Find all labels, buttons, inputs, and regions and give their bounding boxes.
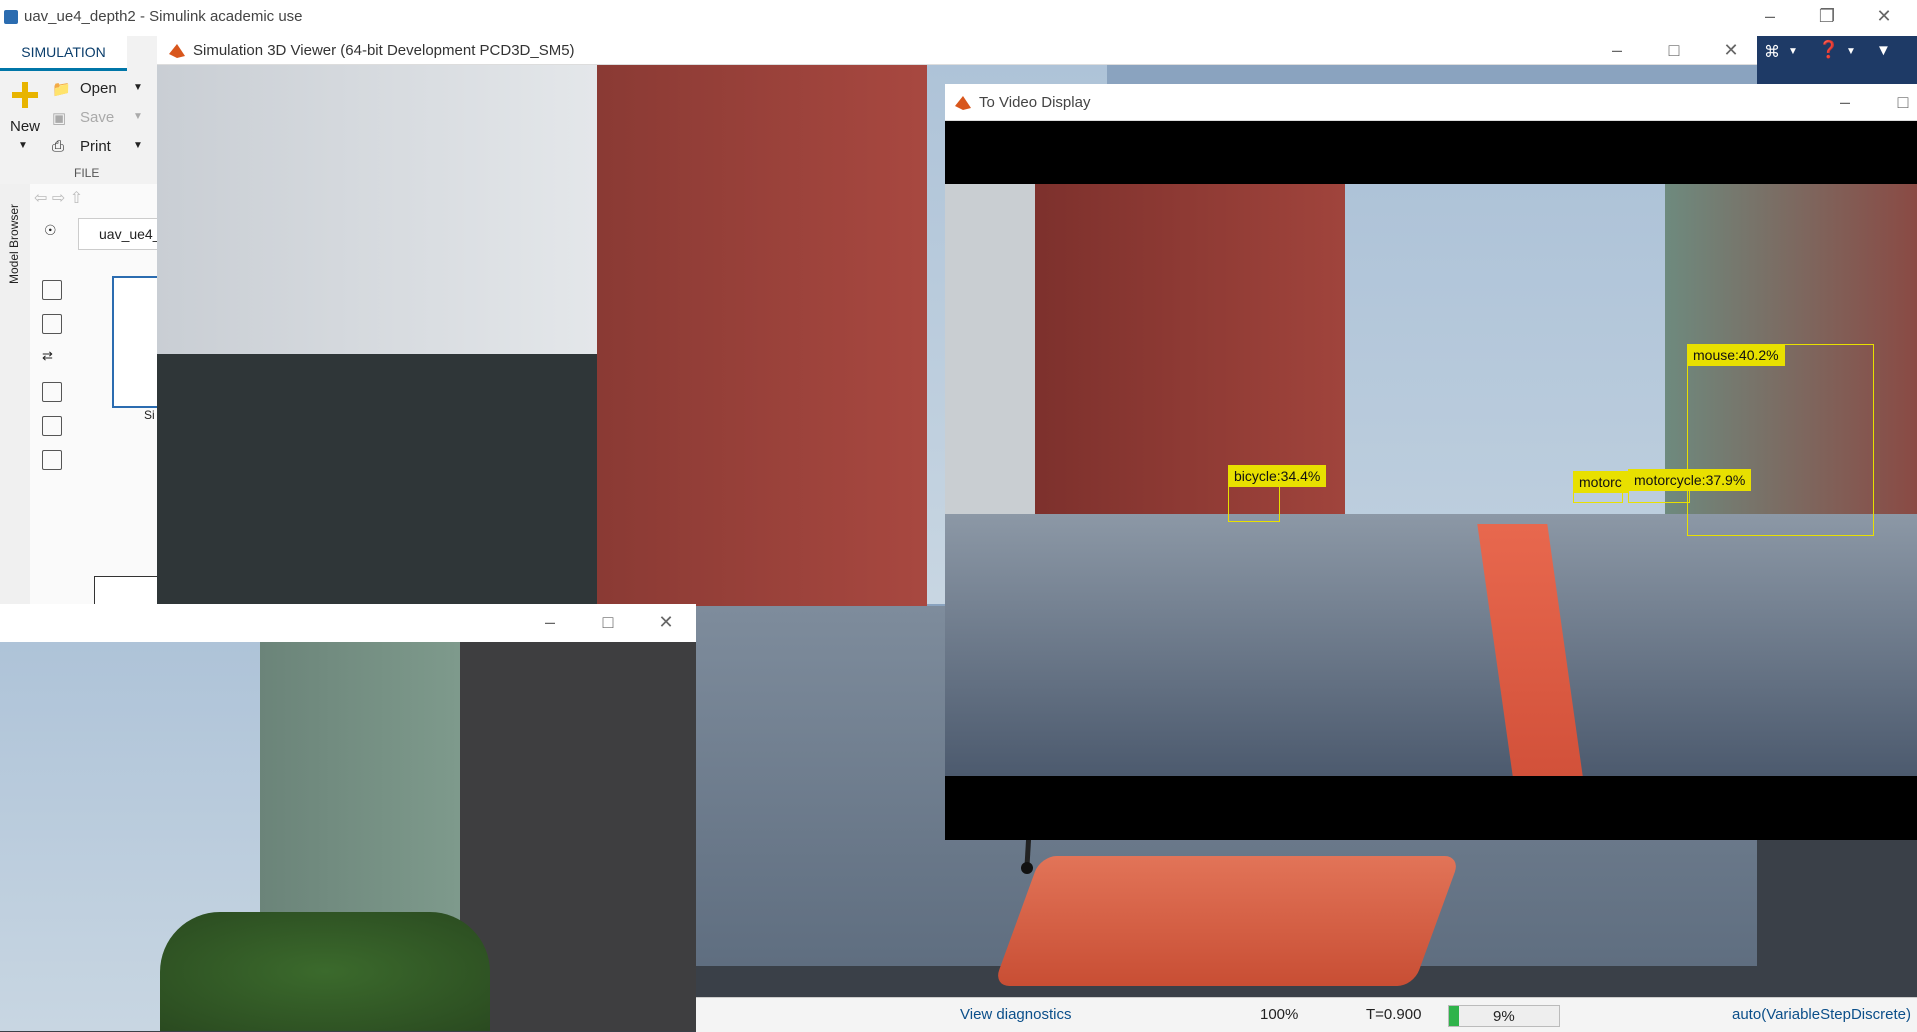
block-label: Si	[144, 408, 155, 422]
sim3d-viewer-titlebar: Simulation 3D Viewer (64-bit Development…	[157, 36, 1757, 65]
viewer-close-button[interactable]: ✕	[1711, 36, 1751, 64]
signal-arrow-icon[interactable]: ⇄	[42, 348, 60, 366]
fit-view-icon[interactable]	[42, 314, 62, 334]
new-button[interactable]	[10, 80, 40, 110]
sim-time: T=0.900	[1366, 1006, 1422, 1023]
simulink-titlebar: uav_ue4_depth2 - Simulink academic use –…	[0, 0, 1917, 37]
print-button[interactable]: Print	[80, 138, 111, 155]
breadcrumb-text: uav_ue4_	[99, 226, 161, 242]
help-icon[interactable]: ❓	[1818, 40, 1839, 60]
open-button[interactable]: Open	[80, 80, 117, 97]
tab-simulation[interactable]: SIMULATION	[0, 36, 127, 71]
toolstrip-right-icons: ⌘ ▼ ❓ ▼ ▼	[1756, 36, 1917, 86]
print-icon: ⎙	[52, 138, 65, 155]
save-button[interactable]: Save	[80, 109, 114, 126]
model-browser-label[interactable]: Model Browser	[7, 204, 21, 284]
save-icon: ▣	[52, 110, 67, 127]
video-frame: mouse:40.2% bicycle:34.4% motorc motorcy…	[945, 184, 1917, 776]
viewer-minimize-button[interactable]: –	[1597, 36, 1637, 64]
simulink-logo-icon	[4, 10, 18, 24]
print-dropdown-icon[interactable]: ▼	[133, 140, 143, 151]
progress-bar: 9%	[1448, 1005, 1560, 1027]
detection-label-motorcycle: motorcycle:37.9%	[1628, 469, 1752, 491]
storefront-window	[157, 354, 597, 644]
file-section-label: FILE	[74, 166, 100, 180]
new-icon	[12, 82, 38, 108]
nav-back-icon[interactable]: ⇦ ⇨ ⇧	[34, 188, 83, 208]
camera-view-titlebar: – □ ✕	[0, 604, 696, 643]
matlab-logo-icon	[955, 96, 971, 110]
camera-dark-wall	[460, 642, 696, 1031]
hide-explorer-icon[interactable]: ☉	[44, 222, 57, 239]
new-dropdown-icon[interactable]: ▼	[18, 140, 28, 151]
detection-label-mouse: mouse:40.2%	[1687, 344, 1785, 366]
solver-link[interactable]: auto(VariableStepDiscrete)	[1732, 1006, 1911, 1023]
white-building	[157, 64, 597, 644]
camera-close-button[interactable]: ✕	[646, 608, 686, 636]
detection-label-motorcycle-2: motorc	[1573, 471, 1628, 493]
restore-button[interactable]: ❐	[1807, 2, 1847, 30]
minimize-button[interactable]: –	[1750, 2, 1790, 30]
camera-maximize-button[interactable]: □	[588, 608, 628, 636]
brick-building	[597, 64, 927, 624]
status-bar: View diagnostics 100% T=0.900 9% auto(Va…	[696, 997, 1917, 1032]
detection-box-mouse	[1687, 344, 1874, 536]
area-icon[interactable]	[42, 450, 62, 470]
camera-minimize-button[interactable]: –	[530, 608, 570, 636]
video-display-title: To Video Display	[979, 94, 1091, 111]
quick-access-dropdown-icon[interactable]: ▼	[1788, 46, 1798, 57]
save-dropdown-icon[interactable]: ▼	[133, 111, 143, 122]
zoom-level: 100%	[1260, 1006, 1299, 1023]
model-browser-bar[interactable]: Model Browser	[0, 184, 31, 604]
progress-text: 9%	[1493, 1008, 1515, 1025]
collapse-toolstrip-icon[interactable]: ▼	[1876, 42, 1891, 59]
simulink-window-title: uav_ue4_depth2 - Simulink academic use	[24, 8, 303, 25]
open-dropdown-icon[interactable]: ▼	[133, 82, 143, 93]
sim3d-viewer-title: Simulation 3D Viewer (64-bit Development…	[193, 42, 575, 59]
quick-access-icon[interactable]: ⌘	[1764, 42, 1780, 62]
help-dropdown-icon[interactable]: ▼	[1846, 46, 1856, 57]
video-display-titlebar: To Video Display – □	[945, 84, 1917, 121]
viewer-maximize-button[interactable]: □	[1654, 36, 1694, 64]
view-diagnostics-link[interactable]: View diagnostics	[960, 1006, 1071, 1023]
breadcrumb[interactable]: uav_ue4_	[78, 218, 161, 250]
camera-tree	[160, 912, 490, 1031]
annotation-icon[interactable]	[42, 382, 62, 402]
image-icon[interactable]	[42, 416, 62, 436]
progress-fill	[1449, 1006, 1459, 1026]
detection-label-bicycle: bicycle:34.4%	[1228, 465, 1327, 487]
new-label[interactable]: New	[10, 118, 40, 135]
camera-view	[0, 642, 696, 1031]
close-button[interactable]: ✕	[1864, 2, 1904, 30]
video-maximize-button[interactable]: □	[1883, 88, 1917, 116]
open-folder-icon: 📁	[52, 81, 71, 98]
frame-street	[945, 514, 1917, 776]
video-minimize-button[interactable]: –	[1825, 88, 1865, 116]
matlab-logo-icon	[169, 44, 185, 58]
zoom-icon[interactable]	[42, 280, 62, 300]
